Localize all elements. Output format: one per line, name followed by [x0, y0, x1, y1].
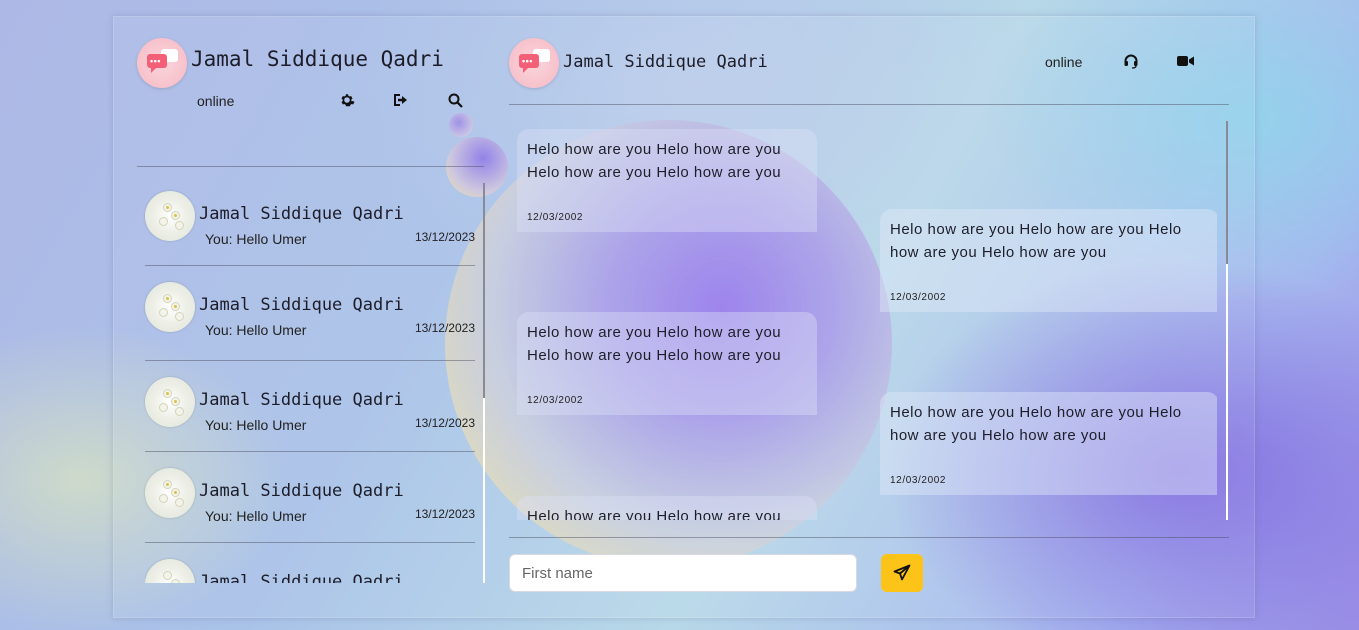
contact-item[interactable]: Jamal Siddique Qadri You: Hello Umer 13/… [145, 377, 475, 467]
contact-divider [145, 451, 475, 452]
chat-header-divider [509, 104, 1229, 105]
sidebar-user-status: online [197, 93, 235, 109]
chat-header-name: Jamal Siddique Qadri [563, 52, 768, 72]
gear-icon[interactable] [337, 90, 357, 110]
contact-divider [145, 265, 475, 266]
sidebar-user-name: Jamal Siddique Qadri [191, 47, 444, 71]
contact-item[interactable]: Jamal Siddique Qadri You: Hello Umer 13/… [145, 282, 475, 372]
message-date: 12/03/2002 [527, 212, 584, 223]
message-received[interactable]: Helo how are you Helo how are you Helo h… [517, 312, 817, 415]
message-text: Helo how are you Helo how are you Helo h… [890, 404, 1182, 444]
chat-scrollbar-thumb[interactable] [1226, 121, 1228, 264]
contact-last-message: You: Hello Umer [205, 322, 307, 338]
message-list: Helo how are you Helo how are you Helo h… [509, 115, 1217, 520]
contact-date: 13/12/2023 [414, 507, 475, 521]
message-date: 12/03/2002 [890, 292, 947, 303]
contact-date: 13/12/2023 [414, 230, 475, 244]
contact-date: 13/12/2023 [414, 321, 475, 335]
message-text: Helo how are you Helo how are you Helo h… [527, 324, 782, 364]
video-icon[interactable] [1176, 51, 1196, 71]
message-sent[interactable]: Helo how are you Helo how are you Helo h… [880, 209, 1217, 312]
contact-name: Jamal Siddique Qadri [199, 572, 404, 583]
message-text: Helo how are you Helo how are you Helo h… [527, 141, 782, 181]
contact-avatar [145, 468, 195, 518]
contact-name: Jamal Siddique Qadri [199, 481, 404, 501]
send-button[interactable] [881, 554, 923, 592]
message-received[interactable]: Helo how are you Helo how are you Helo h… [517, 129, 817, 232]
composer-divider [509, 537, 1229, 538]
message-text: Helo how are you Helo how are you Helo h… [890, 221, 1182, 261]
contact-avatar [145, 191, 195, 241]
contact-last-message: You: Hello Umer [205, 417, 307, 433]
contact-avatar [145, 377, 195, 427]
message-date: 12/03/2002 [890, 475, 947, 486]
message-sent[interactable]: Helo how are you Helo how are you Helo h… [880, 392, 1217, 495]
sign-out-icon[interactable] [391, 90, 411, 110]
contact-item[interactable]: Jamal Siddique Qadri You: Hello Umer 13/… [145, 191, 475, 281]
contact-item[interactable]: Jamal Siddique Qadri You: Hello Umer 13/… [145, 468, 475, 558]
contact-name: Jamal Siddique Qadri [199, 295, 404, 315]
headset-icon[interactable] [1121, 51, 1141, 71]
chat-contact-avatar[interactable]: ••• [509, 38, 559, 88]
contact-last-message: You: Hello Umer [205, 231, 307, 247]
chat-header-status: online [1045, 54, 1083, 70]
paper-plane-icon [893, 564, 911, 581]
sidebar-divider [137, 166, 484, 167]
message-date: 12/03/2002 [527, 395, 584, 406]
contact-name: Jamal Siddique Qadri [199, 390, 404, 410]
contact-date: 13/12/2023 [414, 416, 475, 430]
contact-divider [145, 360, 475, 361]
message-text: Helo how are you Helo how are you [527, 508, 782, 520]
message-received[interactable]: Helo how are you Helo how are you [517, 496, 817, 520]
contact-name: Jamal Siddique Qadri [199, 204, 404, 224]
message-input[interactable] [509, 554, 857, 592]
contact-item[interactable]: Jamal Siddique Qadri [145, 555, 475, 583]
contact-avatar [145, 559, 195, 583]
search-icon[interactable] [445, 90, 465, 110]
user-avatar[interactable]: ••• [137, 38, 187, 88]
contact-avatar [145, 282, 195, 332]
contact-divider [145, 542, 475, 543]
contact-last-message: You: Hello Umer [205, 508, 307, 524]
sidebar-scrollbar-thumb[interactable] [483, 183, 485, 398]
